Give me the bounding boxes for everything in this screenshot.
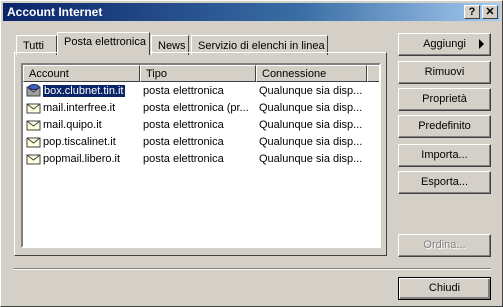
- account-tipo: posta elettronica: [143, 153, 224, 165]
- tab-posta-elettronica[interactable]: Posta elettronica: [57, 32, 150, 55]
- account-connessione: Qualunque sia disp...: [259, 136, 363, 148]
- account-tipo: posta elettronica: [143, 119, 224, 131]
- mail-account-icon: [26, 103, 41, 114]
- esporta-button[interactable]: Esporta...: [398, 171, 491, 194]
- aggiungi-label: Aggiungi: [423, 38, 466, 50]
- account-tipo: posta elettronica: [143, 136, 224, 148]
- title-bar[interactable]: Account Internet ? ✕: [3, 3, 500, 21]
- account-tipo: posta elettronica: [143, 85, 224, 97]
- help-button[interactable]: ?: [464, 5, 480, 19]
- account-connessione: Qualunque sia disp...: [259, 153, 363, 165]
- aggiungi-button[interactable]: Aggiungi: [398, 33, 491, 56]
- column-header-account[interactable]: Account: [23, 65, 140, 82]
- account-connessione: Qualunque sia disp...: [259, 119, 363, 131]
- submenu-arrow-icon: [479, 39, 484, 49]
- chiudi-button[interactable]: Chiudi: [398, 277, 491, 300]
- column-header-tipo[interactable]: Tipo: [140, 65, 256, 82]
- account-name: box.clubnet.tin.it: [42, 84, 126, 98]
- list-item[interactable]: pop.tiscalinet.it posta elettronica Qual…: [23, 134, 379, 151]
- list-item[interactable]: mail.interfree.it posta elettronica (pr.…: [23, 100, 379, 117]
- ordina-button[interactable]: Ordina...: [398, 234, 491, 257]
- mail-account-icon: [26, 154, 41, 165]
- account-connessione: Qualunque sia disp...: [259, 85, 363, 97]
- proprieta-button[interactable]: Proprietà: [398, 88, 491, 111]
- list-item[interactable]: popmail.libero.it posta elettronica Qual…: [23, 151, 379, 168]
- separator: [14, 268, 491, 270]
- account-name: pop.tiscalinet.it: [43, 136, 116, 148]
- account-name: mail.interfree.it: [43, 102, 116, 114]
- account-connessione: Qualunque sia disp...: [259, 102, 363, 114]
- mail-account-icon: [26, 120, 41, 131]
- account-name: mail.quipo.it: [43, 119, 102, 131]
- list-item[interactable]: mail.quipo.it posta elettronica Qualunqu…: [23, 117, 379, 134]
- column-header-connessione[interactable]: Connessione: [256, 65, 367, 82]
- account-tipo: posta elettronica (pr...: [143, 102, 249, 114]
- account-name: popmail.libero.it: [43, 153, 121, 165]
- mail-account-default-icon: [26, 84, 41, 97]
- close-button[interactable]: ✕: [482, 5, 498, 19]
- importa-button[interactable]: Importa...: [398, 144, 491, 167]
- accounts-list[interactable]: Account Tipo Connessione box.clubnet.tin…: [21, 63, 381, 248]
- window-title: Account Internet: [7, 5, 103, 19]
- rimuovi-button[interactable]: Rimuovi: [398, 61, 491, 84]
- mail-account-icon: [26, 137, 41, 148]
- predefinito-button[interactable]: Predefinito: [398, 115, 491, 138]
- column-header-filler: [367, 65, 379, 82]
- list-item[interactable]: box.clubnet.tin.it posta elettronica Qua…: [23, 83, 379, 100]
